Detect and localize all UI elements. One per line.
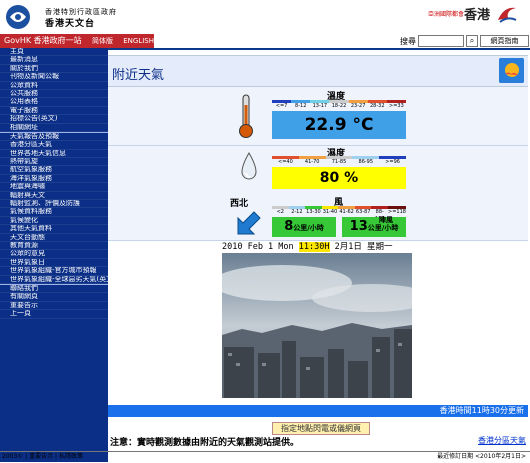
scale-segment: 13-17 bbox=[310, 100, 330, 110]
brand-slogan: 亞洲國際都會 bbox=[428, 11, 465, 18]
update-time-bar: 香港時間11時30分更新 bbox=[108, 405, 528, 417]
sidebar-item[interactable]: 重要告示 bbox=[0, 302, 108, 311]
camera-caption: 2010 Feb 1 Mon 11:30H 2月1日 星期一 bbox=[222, 241, 412, 253]
sidebar-item[interactable]: 其他天氣資料 bbox=[0, 225, 108, 234]
sidebar-item[interactable]: 相關網址 bbox=[0, 124, 108, 132]
sidebar-item[interactable]: 天氣報告及預報 bbox=[0, 131, 108, 142]
sidebar-item[interactable]: 公眾資料 bbox=[0, 82, 108, 90]
camera-date: 2010 Feb 1 Mon bbox=[222, 242, 294, 252]
camera-date-cn: 2月1日 星期一 bbox=[334, 242, 393, 252]
scale-segment: 31-40 bbox=[321, 206, 339, 216]
search-label: 搜尋 bbox=[400, 37, 416, 46]
sidebar-item[interactable]: 公眾的意見 bbox=[0, 250, 108, 259]
sidebar-item[interactable]: 公用表格 bbox=[0, 98, 108, 107]
weather-map-icon bbox=[499, 58, 524, 83]
sidebar-item[interactable]: 最新消息 bbox=[0, 56, 108, 65]
sidebar-item[interactable]: 地震與海嘯 bbox=[0, 183, 108, 192]
humidity-panel: 濕度 <=40 41-70 71-85 86-95 >=96 80 % bbox=[108, 146, 528, 197]
sidebar-item[interactable]: 有關網頁 bbox=[0, 293, 108, 302]
sidebar-item[interactable]: 輻射監測、評價及防護 bbox=[0, 200, 108, 209]
brand-hk-text: 香港 bbox=[464, 8, 491, 23]
wind-mean-unit: 公里/小時 bbox=[293, 224, 324, 232]
header: 香港特別行政區政府 香港天文台 亞洲國際都會 香港 bbox=[0, 0, 530, 33]
sidebar-item[interactable]: 世界氣象日 bbox=[0, 259, 108, 268]
wind-gust-label: 陣風 bbox=[379, 216, 393, 224]
search-input[interactable] bbox=[418, 35, 464, 47]
sidebar-item[interactable]: 世界各地天氣信息 bbox=[0, 150, 108, 159]
footer: 2003© | 重要告示 | 私隱政策 最近修訂日期 <2010年2月1日> bbox=[0, 451, 530, 463]
temperature-value: 22.9 °C bbox=[272, 111, 406, 139]
wind-gust-value: 13 bbox=[349, 219, 368, 234]
wind-mean-value: 8 bbox=[284, 219, 294, 234]
sidebar-item[interactable]: 航空氣象服務 bbox=[0, 166, 108, 175]
wind-arrow-icon bbox=[237, 211, 261, 235]
sidebar-item[interactable]: 聯絡我們 bbox=[0, 283, 108, 294]
sidebar-item[interactable]: 刊物及新聞公報 bbox=[0, 73, 108, 82]
last-revision-date: 最近修訂日期 <2010年2月1日> bbox=[437, 453, 526, 460]
sidebar-item[interactable]: 招標公告(英文) bbox=[0, 115, 108, 124]
sidebar-item[interactable]: 世界氣象組織-全球惡劣天氣(英文) bbox=[0, 276, 108, 284]
humidity-scale: <=40 41-70 71-85 86-95 >=96 bbox=[272, 156, 406, 166]
select-station-button[interactable]: 指定地點閃電或儀網頁 bbox=[272, 422, 370, 435]
camera-time: 11:30H bbox=[298, 242, 330, 252]
main-content: 附近天氣 溫度 <=7 8-12 13-17 18-22 23-27 28-32 >=33 … bbox=[0, 48, 530, 462]
sidebar-item[interactable]: 主頁 bbox=[0, 48, 108, 57]
scale-segment: 41-70 bbox=[298, 156, 326, 166]
title-bar: 附近天氣 bbox=[108, 55, 528, 87]
lang-simplified-link[interactable]: 简体版 bbox=[92, 37, 113, 45]
hko-logo-icon[interactable] bbox=[5, 4, 35, 30]
org-name-hko: 香港天文台 bbox=[45, 19, 96, 29]
data-note: 注意：實時觀測數據由附近的天氣觀測站提供。 bbox=[110, 438, 300, 448]
scale-segment: 63-87 bbox=[354, 206, 372, 216]
wind-mean-box: 8公里/小時 bbox=[272, 217, 336, 237]
sidebar-list: 主頁 最新消息 關於我們 刊物及新聞公報 公眾資料 公共服務 公用表格 電子服務 招標公告(英文… bbox=[0, 48, 108, 319]
sidebar-item[interactable]: 海洋氣象服務 bbox=[0, 175, 108, 184]
sidebar-item[interactable]: 熱帶氣旋 bbox=[0, 158, 108, 167]
sidebar-item[interactable]: 電子服務 bbox=[0, 107, 108, 116]
humidity-value: 80 % bbox=[272, 167, 406, 189]
sidebar-item[interactable]: 世界氣象組織-官方城市預報 bbox=[0, 267, 108, 276]
sidebar: 主頁 最新消息 關於我們 刊物及新聞公報 公眾資料 公共服務 公用表格 電子服務 招標公告(英文… bbox=[0, 48, 108, 462]
wind-gust-box: 13公里/小時 陣風 bbox=[342, 216, 406, 237]
sidebar-item[interactable]: 氣候資料服務 bbox=[0, 208, 108, 217]
wind-gust-unit: 公里/小時 bbox=[367, 224, 399, 232]
sidebar-item[interactable]: 教育資源 bbox=[0, 242, 108, 251]
scale-segment: <=40 bbox=[272, 156, 299, 166]
lang-english-link[interactable]: ENGLISH bbox=[123, 37, 154, 45]
regional-weather-link[interactable]: 香港分區天氣 bbox=[478, 435, 526, 446]
scale-segment: 13-30 bbox=[305, 206, 322, 216]
page-title: 附近天氣 bbox=[112, 68, 165, 83]
search-icon[interactable]: ⌕ bbox=[466, 35, 478, 47]
thermometer-icon bbox=[239, 94, 253, 138]
wind-panel: 西北 風 <22-1213-3031-4041-6263-8788-117>=1… bbox=[108, 194, 528, 241]
scale-segment: 2-12 bbox=[288, 206, 306, 216]
scale-segment: 28-32 bbox=[367, 100, 387, 110]
sidebar-item[interactable]: 輻射與天文 bbox=[0, 192, 108, 201]
sidebar-item[interactable]: 關於我們 bbox=[0, 65, 108, 74]
scale-segment: 71-85 bbox=[325, 156, 353, 166]
scale-segment: 23-27 bbox=[348, 100, 368, 110]
sidebar-item[interactable]: 公共服務 bbox=[0, 90, 108, 99]
weather-camera-image bbox=[222, 253, 412, 398]
scale-segment: 41-62 bbox=[338, 206, 355, 216]
temperature-panel: 溫度 <=7 8-12 13-17 18-22 23-27 28-32 >=33 22.9 … bbox=[108, 87, 528, 146]
scale-segment: <2 bbox=[272, 206, 289, 216]
scale-segment: >=33 bbox=[386, 100, 406, 110]
raindrop-icon bbox=[241, 152, 257, 180]
footer-links[interactable]: 2003© | 重要告示 | 私隱政策 bbox=[2, 452, 83, 462]
sidebar-item[interactable]: 天文台動態 bbox=[0, 234, 108, 242]
scale-segment: 8-12 bbox=[291, 100, 311, 110]
sidebar-item[interactable]: 上一頁 bbox=[0, 310, 108, 319]
brand-hk-dragon-icon bbox=[498, 7, 517, 23]
govhk-link[interactable]: GovHK 香港政府一站通 bbox=[0, 34, 84, 59]
scale-segment: <=7 bbox=[272, 100, 292, 110]
temperature-scale: <=7 8-12 13-17 18-22 23-27 28-32 >=33 bbox=[272, 100, 406, 110]
scale-segment: >=96 bbox=[379, 156, 406, 166]
scale-segment: 86-95 bbox=[352, 156, 380, 166]
language-bar: 简体版 ENGLISH bbox=[84, 34, 154, 48]
sidebar-item[interactable]: 氣候變化 bbox=[0, 217, 108, 226]
web-index-button[interactable]: 網頁指南 bbox=[480, 35, 529, 47]
sidebar-item[interactable]: 香港分區天氣 bbox=[0, 141, 108, 150]
scale-segment: 18-22 bbox=[329, 100, 349, 110]
